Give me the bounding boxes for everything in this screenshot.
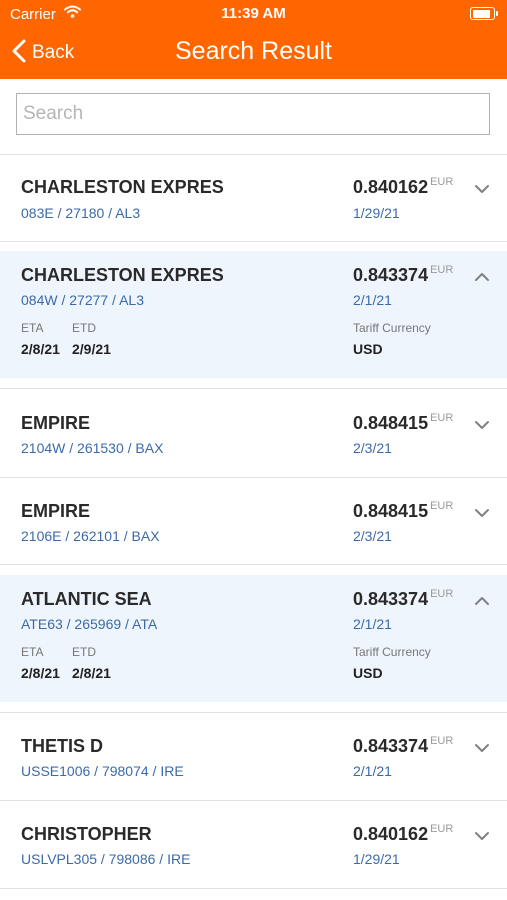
vessel-name: EMPIRE: [21, 501, 91, 521]
rate-number: 0.843374: [353, 265, 429, 285]
rate-number: 0.843374: [353, 736, 429, 756]
sailing-date: 2/1/21: [353, 763, 392, 779]
sailing-date: 2/3/21: [353, 528, 392, 544]
rate-currency: EUR: [430, 823, 454, 835]
rate-value: 0.843374 EUR: [353, 588, 454, 610]
chevron-up-icon[interactable]: [472, 267, 492, 287]
rate-currency: EUR: [430, 735, 454, 747]
rate-currency: EUR: [430, 412, 454, 424]
rate-currency: EUR: [430, 588, 454, 600]
status-bar: Carrier 11:39 AM: [0, 0, 507, 28]
chevron-down-icon[interactable]: [472, 738, 492, 758]
sailing-date: 1/29/21: [353, 205, 400, 221]
voyage-code: 2106E / 262101 / BAX: [21, 528, 160, 544]
rate-number: 0.840162: [353, 824, 429, 844]
rate-currency: EUR: [430, 176, 454, 188]
result-item[interactable]: THETIS D USSE1006 / 798074 / IRE 0.84337…: [0, 713, 507, 800]
tariff-currency-value: USD: [353, 665, 383, 681]
voyage-code: USSE1006 / 798074 / IRE: [21, 763, 184, 779]
vessel-name: THETIS D: [21, 736, 104, 756]
nav-bar: Back Search Result: [0, 32, 507, 74]
rate-value: 0.843374 EUR: [353, 735, 454, 757]
vessel-name: CHRISTOPHER: [21, 824, 152, 844]
voyage-code: USLVPL305 / 798086 / IRE: [21, 851, 191, 867]
nav-header: Carrier 11:39 AM Back Search Result: [0, 0, 507, 79]
voyage-code: 2104W / 261530 / BAX: [21, 440, 164, 456]
rate-value: 0.840162 EUR: [353, 176, 454, 198]
eta-label: ETA: [21, 321, 44, 335]
vessel-name: ATLANTIC SEA: [21, 589, 152, 609]
rate-value: 0.840162 EUR: [353, 823, 454, 845]
chevron-down-icon[interactable]: [472, 503, 492, 523]
page-title: Search Result: [174, 37, 333, 65]
rate-number: 0.848415: [353, 413, 429, 433]
tariff-currency-label: Tariff Currency: [353, 645, 431, 659]
vessel-name: EMPIRE: [21, 413, 91, 433]
result-item[interactable]: CHARLESTON EXPRES 084W / 27277 / AL3 0.8…: [0, 251, 507, 378]
sailing-date: 2/3/21: [353, 440, 392, 456]
rate-number: 0.840162: [353, 177, 429, 197]
chevron-up-icon[interactable]: [472, 591, 492, 611]
divider: [0, 888, 507, 889]
rate-currency: EUR: [430, 500, 454, 512]
rate-number: 0.843374: [353, 589, 429, 609]
result-item[interactable]: CHRISTOPHER USLVPL305 / 798086 / IRE 0.8…: [0, 801, 507, 888]
battery-icon: [470, 7, 498, 20]
result-item[interactable]: ATLANTIC SEA ATE63 / 265969 / ATA 0.8433…: [0, 575, 507, 702]
search-bar: [0, 79, 507, 155]
etd-label: ETD: [72, 645, 96, 659]
rate-value: 0.843374 EUR: [353, 264, 454, 286]
eta-value: 2/8/21: [21, 665, 60, 681]
tariff-currency-value: USD: [353, 341, 383, 357]
rate-value: 0.848415 EUR: [353, 500, 454, 522]
rate-currency: EUR: [430, 264, 454, 276]
chevron-down-icon[interactable]: [472, 415, 492, 435]
eta-label: ETA: [21, 645, 44, 659]
rate-value: 0.848415 EUR: [353, 412, 454, 434]
result-item[interactable]: EMPIRE 2104W / 261530 / BAX 0.848415 EUR …: [0, 389, 507, 477]
sailing-date: 2/1/21: [353, 292, 392, 308]
result-item[interactable]: CHARLESTON EXPRES 083E / 27180 / AL3 0.8…: [0, 155, 507, 241]
search-input[interactable]: [16, 93, 490, 135]
etd-value: 2/8/21: [72, 665, 111, 681]
result-item[interactable]: EMPIRE 2106E / 262101 / BAX 0.848415 EUR …: [0, 478, 507, 564]
voyage-code: 084W / 27277 / AL3: [21, 292, 144, 308]
vessel-name: CHARLESTON EXPRES: [21, 177, 224, 197]
etd-value: 2/9/21: [72, 341, 111, 357]
sailing-date: 1/29/21: [353, 851, 400, 867]
etd-label: ETD: [72, 321, 96, 335]
status-time: 11:39 AM: [221, 5, 286, 22]
divider: [0, 241, 507, 242]
voyage-code: 083E / 27180 / AL3: [21, 205, 141, 221]
eta-value: 2/8/21: [21, 341, 60, 357]
voyage-code: ATE63 / 265969 / ATA: [21, 616, 158, 632]
chevron-down-icon[interactable]: [472, 826, 492, 846]
rate-number: 0.848415: [353, 501, 429, 521]
divider: [0, 564, 507, 565]
vessel-name: CHARLESTON EXPRES: [21, 265, 224, 285]
sailing-date: 2/1/21: [353, 616, 392, 632]
tariff-currency-label: Tariff Currency: [353, 321, 431, 335]
chevron-down-icon[interactable]: [472, 179, 492, 199]
